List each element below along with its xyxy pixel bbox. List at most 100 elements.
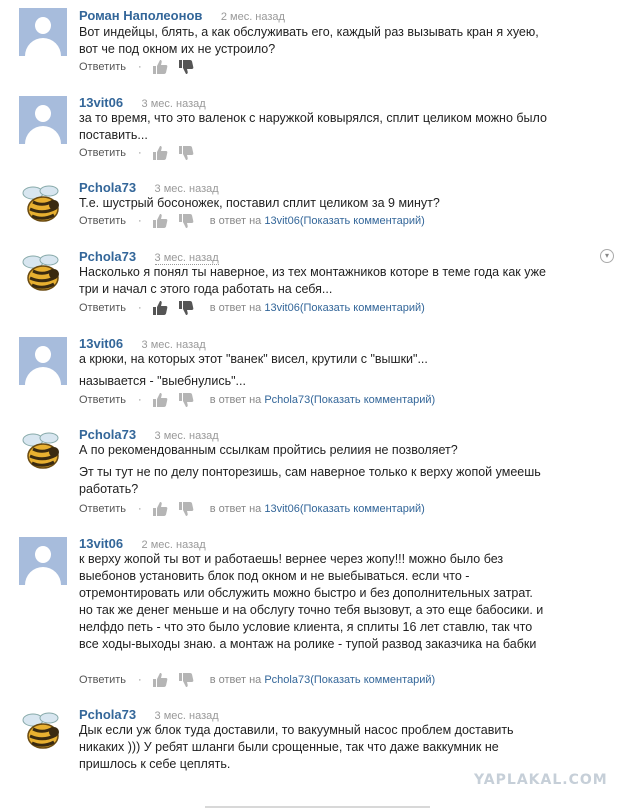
show-comment-link[interactable]: (Показать комментарий) [300, 302, 425, 314]
comment-text: Дык если уж блок туда доставили, то ваку… [79, 722, 549, 773]
bee-icon [22, 432, 59, 469]
in-reply-to-label: в ответ на [209, 215, 262, 227]
comment-paragraph: Т.е. шустрый босоножек, поставил сплит ц… [79, 196, 440, 210]
in-reply-to-label: в ответ на [209, 674, 262, 686]
comment-paragraph: Насколько я понял ты наверное, из тех мо… [79, 265, 546, 296]
reply-button[interactable]: Ответить [79, 147, 126, 159]
bee-icon [22, 185, 59, 222]
comment-actions: Ответить · в ответ на 13vit06(Показать к… [79, 214, 425, 228]
avatar[interactable] [19, 537, 67, 585]
reply-button[interactable]: Ответить [79, 503, 126, 515]
author-name[interactable]: Pchola73 [79, 707, 136, 722]
reply-to-user-link[interactable]: 13vit06 [264, 503, 299, 515]
thumbs-down-icon[interactable] [178, 146, 194, 160]
separator-dot: · [138, 394, 142, 406]
author-name[interactable]: Pchola73 [79, 249, 136, 264]
author-name[interactable]: 13vit06 [79, 95, 123, 110]
avatar[interactable] [19, 248, 67, 296]
show-comment-link[interactable]: (Показать комментарий) [300, 503, 425, 515]
show-comment-link[interactable]: (Показать комментарий) [310, 674, 435, 686]
thumbs-up-icon[interactable] [152, 301, 168, 315]
bee-icon [22, 712, 59, 749]
comment-actions: Ответить · в ответ на Pchola73(Показать … [79, 673, 435, 687]
comment-paragraph: Вот индейцы, блять, а как обслуживать ег… [79, 25, 539, 56]
comment-paragraph: А по рекомендованным ссылкам пройтись ре… [79, 443, 458, 457]
in-reply-to-label: в ответ на [209, 302, 262, 314]
comment-paragraph: Эт ты тут не по делу понторезишь, сам на… [79, 465, 541, 496]
timestamp[interactable]: 2 мес. назад [221, 11, 285, 23]
reply-button[interactable]: Ответить [79, 394, 126, 406]
separator-dot: · [138, 503, 142, 515]
reply-info: в ответ на Pchola73(Показать комментарий… [210, 394, 435, 406]
timestamp[interactable]: 3 мес. назад [155, 430, 219, 442]
author-name[interactable]: 13vit06 [79, 536, 123, 551]
thumbs-down-icon[interactable] [178, 502, 194, 516]
author-name[interactable]: Роман Наполеонов [79, 8, 202, 23]
bee-icon [22, 254, 59, 291]
comment-actions: Ответить · в ответ на 13vit06(Показать к… [79, 502, 425, 516]
show-comment-link[interactable]: (Показать комментарий) [310, 394, 435, 406]
divider [205, 806, 430, 808]
chevron-down-circle-icon[interactable]: ▾ [600, 249, 614, 263]
timestamp[interactable]: 2 мес. назад [142, 539, 206, 551]
reply-button[interactable]: Ответить [79, 215, 126, 227]
author-name[interactable]: Pchola73 [79, 180, 136, 195]
comment-text: Т.е. шустрый босоножек, поставил сплит ц… [79, 195, 549, 212]
timestamp[interactable]: 3 мес. назад [155, 710, 219, 722]
reply-button[interactable]: Ответить [79, 674, 126, 686]
avatar[interactable] [19, 337, 67, 385]
comment-text: Вот индейцы, блять, а как обслуживать ег… [79, 24, 549, 58]
thumbs-up-icon[interactable] [152, 393, 168, 407]
thumbs-down-icon[interactable] [178, 301, 194, 315]
thumbs-down-icon[interactable] [178, 60, 194, 74]
timestamp[interactable]: 3 мес. назад [155, 183, 219, 195]
reply-to-user-link[interactable]: 13vit06 [264, 215, 299, 227]
in-reply-to-label: в ответ на [209, 503, 262, 515]
comment-actions: Ответить · [79, 146, 194, 160]
reply-button[interactable]: Ответить [79, 61, 126, 73]
in-reply-to-label: в ответ на [209, 394, 262, 406]
comment-paragraph: называется - "выебнулись"... [79, 374, 246, 388]
separator-dot: · [138, 302, 142, 314]
comment-actions: Ответить · в ответ на Pchola73(Показать … [79, 393, 435, 407]
separator-dot: · [138, 674, 142, 686]
avatar[interactable] [19, 426, 67, 474]
thumbs-down-icon[interactable] [178, 214, 194, 228]
thumbs-down-icon[interactable] [178, 673, 194, 687]
thumbs-up-icon[interactable] [152, 146, 168, 160]
separator-dot: · [138, 61, 142, 73]
thumbs-up-icon[interactable] [152, 60, 168, 74]
author-name[interactable]: 13vit06 [79, 336, 123, 351]
comment-header: Роман Наполеонов 2 мес. назад [79, 7, 285, 25]
comment-paragraph: за то время, что это валенок с наружкой … [79, 111, 547, 142]
comment-paragraph: Дык если уж блок туда доставили, то ваку… [79, 723, 514, 771]
avatar[interactable] [19, 706, 67, 754]
avatar[interactable] [19, 96, 67, 144]
separator-dot: · [138, 147, 142, 159]
author-name[interactable]: Pchola73 [79, 427, 136, 442]
timestamp[interactable]: 3 мес. назад [142, 98, 206, 110]
thumbs-down-icon[interactable] [178, 393, 194, 407]
avatar[interactable] [19, 8, 67, 56]
reply-to-user-link[interactable]: 13vit06 [264, 302, 299, 314]
comment-text: за то время, что это валенок с наружкой … [79, 110, 549, 144]
thumbs-up-icon[interactable] [152, 673, 168, 687]
reply-info: в ответ на 13vit06(Показать комментарий) [210, 302, 425, 314]
comment-actions: Ответить · в ответ на 13vit06(Показать к… [79, 301, 425, 315]
reply-info: в ответ на 13vit06(Показать комментарий) [210, 215, 425, 227]
show-comment-link[interactable]: (Показать комментарий) [300, 215, 425, 227]
comment-text: Насколько я понял ты наверное, из тех мо… [79, 264, 549, 298]
thumbs-up-icon[interactable] [152, 214, 168, 228]
reply-to-user-link[interactable]: Pchola73 [264, 394, 310, 406]
reply-info: в ответ на Pchola73(Показать комментарий… [210, 674, 435, 686]
reply-button[interactable]: Ответить [79, 302, 126, 314]
site-watermark: YAPLAKAL.COM [474, 772, 608, 788]
comment-text: к верху жопой ты вот и работаешь! вернее… [79, 551, 549, 653]
thumbs-up-icon[interactable] [152, 502, 168, 516]
avatar[interactable] [19, 179, 67, 227]
comment-text: А по рекомендованным ссылкам пройтись ре… [79, 442, 549, 498]
comment-paragraph: а крюки, на которых этот "ванек" висел, … [79, 352, 428, 366]
reply-to-user-link[interactable]: Pchola73 [264, 674, 310, 686]
timestamp[interactable]: 3 мес. назад [142, 339, 206, 351]
comment-actions: Ответить · [79, 60, 194, 74]
